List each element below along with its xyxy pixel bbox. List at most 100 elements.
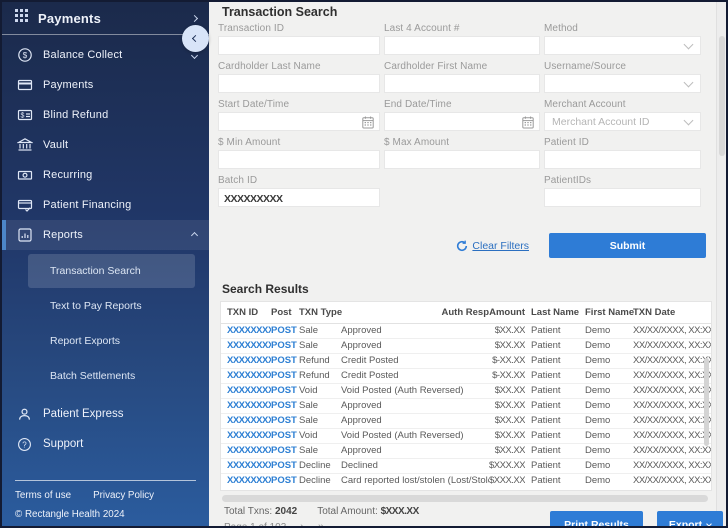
sidebar-item-blind-refund[interactable]: $ Blind Refund <box>2 100 209 130</box>
min-amount-input[interactable] <box>219 153 379 170</box>
cell-txn-id-link[interactable]: XXXXXXXXX <box>221 398 271 413</box>
cell-txn-id-link[interactable]: XXXXXXXXX <box>221 383 271 398</box>
sidebar-item-reports[interactable]: Reports <box>2 220 209 250</box>
col-last-name[interactable]: Last Name <box>525 302 585 323</box>
cell-post-link[interactable]: POST <box>271 323 299 338</box>
sidebar-footer: Terms of use Privacy Policy © Rectangle … <box>2 480 209 526</box>
cell-post-link[interactable]: POST <box>271 338 299 353</box>
chevron-right-icon[interactable] <box>191 14 198 21</box>
cell-txn-id-link[interactable]: XXXXXXXXX <box>221 428 271 443</box>
next-page-icon[interactable]: › <box>300 521 304 528</box>
cell-post-link[interactable]: POST <box>271 458 299 473</box>
cell-auth-resp: Credit Posted <box>341 368 489 383</box>
export-button[interactable]: Export <box>657 511 723 528</box>
cell-txn-id-link[interactable]: XXXXXXXXX <box>221 443 271 458</box>
sub-item-label: Transaction Search <box>50 265 141 277</box>
sidebar-item-patient-express[interactable]: Patient Express <box>2 399 209 429</box>
cell-txn-id-link[interactable]: XXXXXXXXX <box>221 413 271 428</box>
privacy-policy-link[interactable]: Privacy Policy <box>93 490 154 501</box>
field-label: Merchant Account <box>544 99 701 110</box>
col-txn-type[interactable]: TXN Type <box>299 302 341 323</box>
cell-txn-id-link[interactable]: XXXXXXXXX <box>221 353 271 368</box>
cell-post-link[interactable]: POST <box>271 353 299 368</box>
field-label: $ Max Amount <box>384 137 540 148</box>
end-date-input[interactable] <box>385 115 539 132</box>
sidebar-item-text-to-pay-reports[interactable]: Text to Pay Reports <box>2 288 209 323</box>
cardholder-first-name-input[interactable] <box>385 77 539 94</box>
batch-id-input[interactable] <box>219 191 379 208</box>
terms-of-use-link[interactable]: Terms of use <box>15 490 71 501</box>
calendar-icon[interactable] <box>362 116 374 134</box>
cell-txn-id-link[interactable]: XXXXXXXXX <box>221 338 271 353</box>
sidebar-item-payments[interactable]: Payments <box>2 70 209 100</box>
cell-txn-id-link[interactable]: XXXXXXXXX <box>221 473 271 488</box>
form-spacer <box>384 175 540 207</box>
patient-id-input[interactable] <box>545 153 700 170</box>
cell-post-link[interactable]: POST <box>271 413 299 428</box>
field-label: Cardholder Last Name <box>218 61 380 72</box>
cell-amount: $XX.XX <box>489 323 525 338</box>
last4-account-input[interactable] <box>385 39 539 56</box>
cell-post-link[interactable]: POST <box>271 443 299 458</box>
results-table-body: XXXXXXXXX POST Sale Approved $XX.XX Pati… <box>221 323 712 488</box>
sidebar-item-vault[interactable]: Vault <box>2 130 209 160</box>
cell-auth-resp: Approved <box>341 338 489 353</box>
col-first-name[interactable]: First Name <box>585 302 631 323</box>
sidebar-item-support[interactable]: ? Support <box>2 429 209 459</box>
print-results-button[interactable]: Print Results <box>550 511 643 528</box>
total-txns-value: 2042 <box>275 506 297 517</box>
sidebar-item-patient-financing[interactable]: Patient Financing <box>2 190 209 220</box>
cell-last-name: Patient <box>525 473 585 488</box>
sidebar-item-report-exports[interactable]: Report Exports <box>2 323 209 358</box>
cell-last-name: Patient <box>525 353 585 368</box>
cell-last-name: Patient <box>525 443 585 458</box>
cell-first-name: Demo <box>585 398 631 413</box>
cell-auth-resp: Approved <box>341 323 489 338</box>
cell-post-link[interactable]: POST <box>271 428 299 443</box>
apps-grid-icon[interactable] <box>15 9 28 27</box>
chevron-down-icon <box>684 77 694 87</box>
cell-post-link[interactable]: POST <box>271 368 299 383</box>
clear-filters-link[interactable]: Clear Filters <box>456 240 529 252</box>
field-label: Last 4 Account # <box>384 23 540 34</box>
copyright-text: © Rectangle Health 2024 <box>15 509 196 520</box>
col-txn-date[interactable]: TXN Date <box>631 302 712 323</box>
horizontal-scrollbar[interactable] <box>222 495 708 502</box>
cardholder-last-name-input[interactable] <box>219 77 379 94</box>
cell-post-link[interactable]: POST <box>271 383 299 398</box>
cell-auth-resp: Credit Posted <box>341 353 489 368</box>
col-txn-id[interactable]: TXN ID <box>221 302 271 323</box>
col-auth-resp[interactable]: Auth Resp <box>341 302 489 323</box>
sidebar-item-transaction-search[interactable]: Transaction Search <box>28 254 195 288</box>
merchant-account-select[interactable]: Merchant Account ID <box>544 112 701 131</box>
sidebar-item-balance-collect[interactable]: $ Balance Collect <box>2 40 209 70</box>
patient-ids-input[interactable] <box>545 191 700 208</box>
page-scrollbar[interactable] <box>716 2 726 526</box>
col-post[interactable]: Post <box>271 302 299 323</box>
sidebar-item-label: Vault <box>43 139 197 151</box>
max-amount-input[interactable] <box>385 153 539 170</box>
sidebar-item-label: Balance Collect <box>43 49 192 61</box>
cell-post-link[interactable]: POST <box>271 398 299 413</box>
col-amount[interactable]: Amount <box>489 302 525 323</box>
sidebar-item-batch-settlements[interactable]: Batch Settlements <box>2 358 209 393</box>
cell-txn-id-link[interactable]: XXXXXXXXX <box>221 458 271 473</box>
sidebar-collapse-button[interactable] <box>182 25 209 52</box>
cell-txn-id-link[interactable]: XXXXXXXXX <box>221 323 271 338</box>
submit-button[interactable]: Submit <box>549 233 706 258</box>
method-select[interactable] <box>544 36 701 55</box>
table-scrollbar[interactable] <box>704 358 709 446</box>
field-last4-account: Last 4 Account # <box>384 23 540 55</box>
field-label: $ Min Amount <box>218 137 380 148</box>
cell-txn-id-link[interactable]: XXXXXXXXX <box>221 368 271 383</box>
cell-post-link[interactable]: POST <box>271 473 299 488</box>
start-date-input[interactable] <box>219 115 379 132</box>
last-page-icon[interactable]: » <box>318 521 324 528</box>
calendar-icon[interactable] <box>522 116 534 134</box>
transaction-id-input[interactable] <box>219 39 379 56</box>
table-row: XXXXXXXXX POST Void Void Posted (Auth Re… <box>221 383 712 398</box>
cell-txn-date: XX/XX/XXXX, XX:XX <box>631 338 712 353</box>
svg-text:$: $ <box>22 51 27 60</box>
username-source-select[interactable] <box>544 74 701 93</box>
sidebar-item-recurring[interactable]: Recurring <box>2 160 209 190</box>
